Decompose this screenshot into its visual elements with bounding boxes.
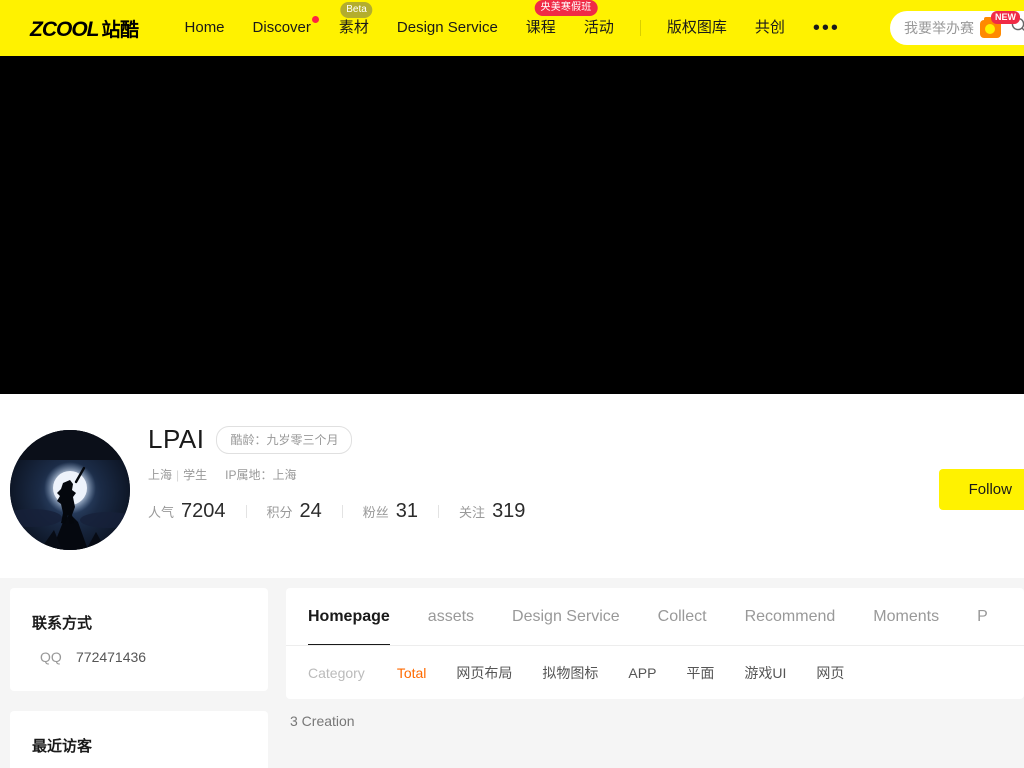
tab-moments[interactable]: Moments — [873, 588, 940, 645]
stat-value: 319 — [492, 500, 526, 522]
nav-items: Home Discover Beta 素材 Design Service 央美寒… — [171, 0, 854, 56]
content-tabs: Homepage assets Design Service Collect R… — [286, 588, 1024, 646]
tab-recommend[interactable]: Recommend — [744, 588, 836, 645]
logo-text-en: ZCOOL — [30, 17, 99, 41]
content-panel: Homepage assets Design Service Collect R… — [286, 588, 1024, 699]
top-navbar: ZCOOL 站酷 Home Discover Beta 素材 Design Se… — [0, 0, 1024, 56]
new-dot-icon — [311, 16, 319, 23]
stat-followers[interactable]: 粉丝 31 — [363, 500, 418, 523]
filter-graphic[interactable]: 平面 — [686, 663, 714, 683]
filter-game-ui[interactable]: 游戏UI — [744, 663, 786, 683]
profile-occupation: 学生 — [183, 468, 208, 482]
tab-label: Homepage — [308, 607, 390, 625]
tab-collect[interactable]: Collect — [657, 588, 707, 645]
filter-webpage[interactable]: 网页 — [816, 663, 844, 683]
nav-item-materials[interactable]: Beta 素材 — [325, 0, 383, 56]
profile-meta: 上海 | 学生 IP属地：上海 — [148, 466, 352, 483]
meta-separator: | — [176, 467, 180, 482]
avatar[interactable] — [10, 430, 130, 550]
zcool-logo[interactable]: ZCOOL 站酷 — [30, 15, 139, 42]
tab-label: P — [977, 607, 988, 625]
stat-label: 关注 — [459, 505, 486, 520]
nav-item-home[interactable]: Home — [171, 0, 239, 56]
stat-label: 积分 — [266, 505, 293, 520]
tab-label: Collect — [657, 607, 707, 625]
stat-divider — [245, 505, 247, 518]
profile-banner — [0, 56, 1024, 394]
stat-divider — [341, 505, 343, 518]
contact-card: 联系方式 QQ 772471436 — [10, 588, 268, 691]
page-content: 联系方式 QQ 772471436 最近访客 Homepage assets D… — [0, 578, 1024, 768]
new-badge: NEW — [991, 11, 1020, 24]
nav-more-button[interactable]: ••• — [799, 6, 854, 50]
nav-divider — [639, 20, 641, 36]
tab-design-service[interactable]: Design Service — [512, 588, 620, 645]
beta-badge: Beta — [340, 2, 373, 18]
profile-location: 上海 — [148, 468, 173, 482]
visitors-card: 最近访客 — [10, 711, 268, 768]
stat-label: 人气 — [148, 505, 175, 520]
tab-praise[interactable]: P — [977, 588, 988, 645]
profile-info: LPAI 酷龄：九岁零三个月 上海 | 学生 IP属地：上海 — [148, 424, 353, 483]
creation-count: 3 Creation — [290, 713, 355, 729]
category-filters: Category Total 网页布局 拟物图标 APP 平面 游戏UI 网页 — [286, 646, 1024, 699]
nav-label: 共创 — [754, 19, 785, 36]
stat-points[interactable]: 积分 24 — [267, 500, 322, 523]
tab-homepage[interactable]: Homepage — [308, 588, 390, 645]
nav-label: 素材 — [338, 19, 369, 36]
stat-value: 7204 — [181, 500, 226, 522]
tab-label: Recommend — [744, 607, 836, 625]
stat-value: 24 — [299, 500, 322, 522]
tab-assets[interactable]: assets — [427, 588, 475, 645]
nav-item-copyright-library[interactable]: 版权图库 — [653, 0, 741, 56]
follow-button[interactable]: Follow — [938, 469, 1024, 510]
cool-age-badge: 酷龄：九岁零三个月 — [216, 425, 353, 454]
profile-name-row: LPAI 酷龄：九岁零三个月 — [148, 424, 353, 455]
stat-value: 31 — [395, 500, 419, 522]
category-label: Category — [308, 664, 365, 681]
nav-item-discover[interactable]: Discover — [239, 0, 325, 56]
nav-item-courses[interactable]: 央美寒假班 课程 — [512, 0, 598, 56]
image-search-button[interactable]: NEW — [980, 11, 1020, 40]
filter-app[interactable]: APP — [628, 665, 656, 681]
filter-web-layout[interactable]: 网页布局 — [456, 663, 512, 683]
profile-stats: 人气 7204 积分 24 粉丝 31 关注 319 — [148, 500, 525, 523]
logo-text-cn: 站酷 — [101, 19, 140, 41]
tab-label: Design Service — [512, 607, 620, 625]
visitors-card-title: 最近访客 — [32, 738, 93, 755]
nav-label: 活动 — [583, 19, 614, 36]
contact-card-title: 联系方式 — [32, 615, 93, 632]
filter-total[interactable]: Total — [397, 665, 427, 681]
filter-skeuomorphic-icons[interactable]: 拟物图标 — [542, 663, 598, 683]
stat-popularity[interactable]: 人气 7204 — [148, 500, 226, 523]
sidebar: 联系方式 QQ 772471436 最近访客 — [10, 588, 268, 768]
main-column: Homepage assets Design Service Collect R… — [286, 588, 1024, 768]
stat-divider — [438, 505, 440, 518]
search-box[interactable]: NEW — [890, 11, 1024, 45]
contact-value: 772471436 — [76, 649, 147, 665]
tab-label: Moments — [873, 607, 940, 625]
nav-item-design-service[interactable]: Design Service — [383, 0, 512, 56]
search-input[interactable] — [904, 20, 978, 36]
page-title: LPAI — [148, 424, 205, 454]
tab-label: assets — [427, 607, 475, 625]
nav-label: Design Service — [396, 19, 498, 36]
stat-following[interactable]: 关注 319 — [459, 500, 525, 523]
nav-item-activities[interactable]: 活动 — [570, 0, 628, 56]
stat-label: 粉丝 — [362, 505, 389, 520]
profile-ip-location: IP属地：上海 — [225, 468, 297, 482]
nav-label: 版权图库 — [666, 19, 727, 36]
profile-header: LPAI 酷龄：九岁零三个月 上海 | 学生 IP属地：上海 人气 7204 积… — [0, 394, 1024, 578]
contact-key: QQ — [40, 649, 62, 665]
nav-label: 课程 — [525, 19, 556, 36]
nav-item-cocreate[interactable]: 共创 — [741, 0, 799, 56]
contact-row-qq: QQ 772471436 — [32, 649, 246, 665]
nav-label: Home — [184, 19, 225, 36]
nav-label: Discover — [252, 19, 311, 36]
